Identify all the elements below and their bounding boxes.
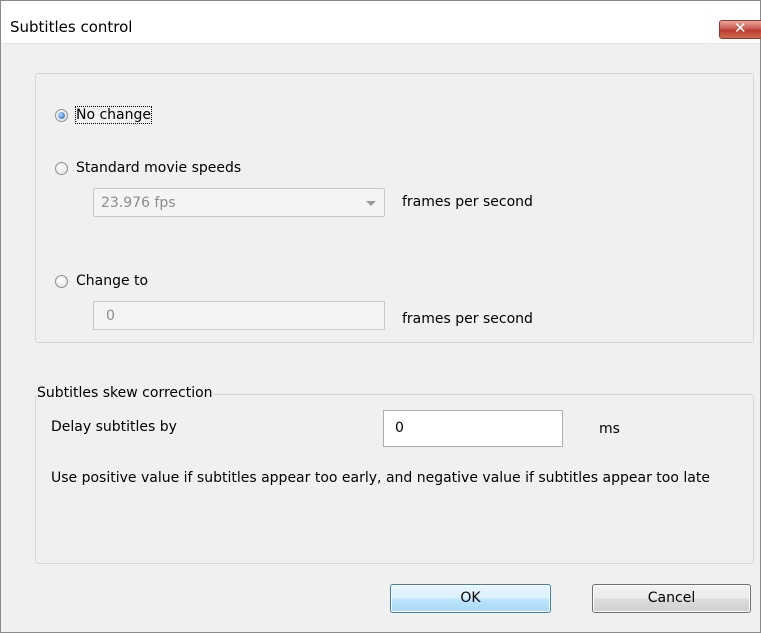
delay-unit: ms (599, 421, 620, 437)
standard-speed-unit: frames per second (402, 194, 533, 210)
skew-hint-text: Use positive value if subtitles appear t… (51, 470, 710, 486)
chevron-down-icon (366, 201, 376, 206)
title-bar: Subtitles control ✕ (1, 1, 761, 44)
delay-value: 0 (395, 420, 404, 436)
radio-change-to-label: Change to (76, 273, 149, 289)
radio-button-icon (55, 161, 68, 175)
change-to-fps-value: 0 (106, 308, 115, 324)
standard-speed-value: 23.976 fps (101, 195, 176, 211)
radio-button-icon (55, 274, 68, 288)
radio-change-to[interactable]: Change to (55, 273, 148, 289)
window-title: Subtitles control (10, 18, 133, 36)
close-button[interactable]: ✕ (719, 19, 761, 39)
close-icon: ✕ (734, 19, 747, 37)
subtitles-control-dialog: Subtitles control ✕ No change Standard m… (0, 0, 761, 633)
change-to-fps-unit: frames per second (402, 311, 533, 327)
delay-input[interactable]: 0 (383, 410, 563, 447)
change-to-fps-input[interactable]: 0 (93, 301, 385, 330)
skew-correction-group-title: Subtitles skew correction (37, 385, 213, 401)
radio-no-change[interactable]: No change (55, 106, 153, 124)
cancel-button[interactable]: Cancel (592, 584, 751, 613)
radio-standard-speeds-label: Standard movie speeds (76, 160, 242, 176)
radio-button-icon (55, 108, 68, 122)
radio-no-change-label: No change (74, 106, 153, 124)
radio-standard-speeds[interactable]: Standard movie speeds (55, 160, 241, 176)
delay-label: Delay subtitles by (51, 419, 177, 435)
standard-speed-select[interactable]: 23.976 fps (93, 188, 385, 217)
ok-button[interactable]: OK (390, 584, 551, 613)
